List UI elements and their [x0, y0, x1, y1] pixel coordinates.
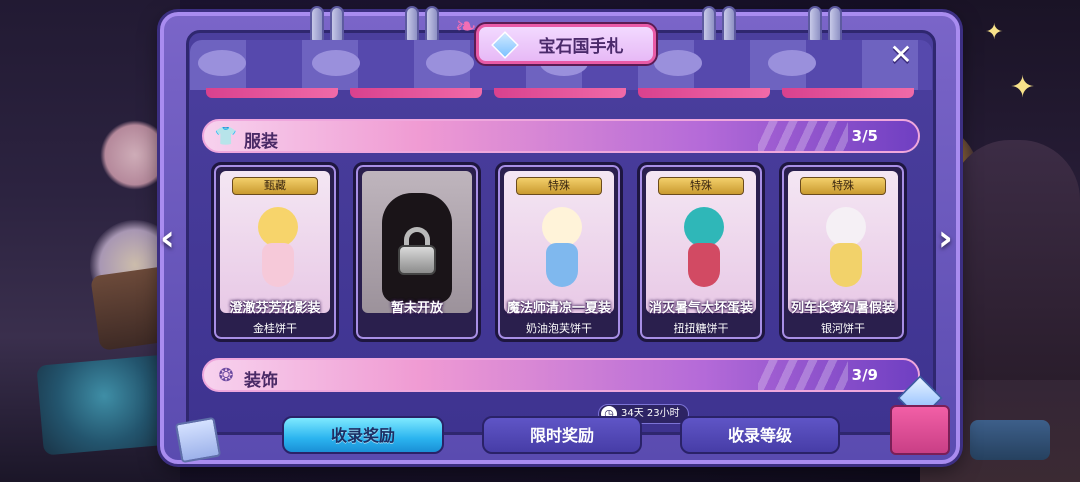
chevron-right-icon[interactable]: › [938, 218, 953, 259]
background-dome [950, 140, 1080, 380]
card-title: 暂未开放 [390, 301, 443, 316]
wave-decoration [768, 50, 816, 76]
shelf-edge [206, 88, 338, 98]
wave-decoration [198, 50, 246, 76]
title-banner: 宝石国手札 [476, 24, 656, 64]
card-subtitle: 银河饼干 [821, 322, 865, 335]
shelf-edge [782, 88, 914, 98]
card-title: 列车长梦幻暑假装 [790, 301, 895, 316]
card-subtitle: 奶油泡芙饼干 [526, 322, 592, 335]
wave-decoration [426, 50, 474, 76]
shelf-edge [638, 88, 770, 98]
character-illustration [818, 207, 874, 297]
stripe-decoration [758, 360, 848, 390]
decoration-icon: ❂ [218, 365, 234, 386]
crystal-box-icon [890, 405, 950, 455]
star-icon: ✦ [1010, 70, 1036, 105]
card-title: 消灭暑气大坏蛋装 [648, 301, 753, 316]
character-illustration [534, 207, 590, 297]
wave-decoration [312, 50, 360, 76]
star-icon: ✦ [985, 20, 1004, 45]
card-subtitle: 扭扭糖饼干 [673, 322, 729, 335]
outfit-card[interactable]: 特殊 消灭暑气大坏蛋装 扭扭糖饼干 [637, 162, 765, 342]
card-tag: 特殊 [516, 177, 602, 195]
page-title: 宝石国手札 [538, 36, 624, 57]
gift-box-icon [174, 416, 222, 464]
section-label: 服装 [244, 132, 278, 152]
chevron-left-icon[interactable]: ‹ [160, 218, 175, 259]
wave-decoration [654, 50, 702, 76]
shelf-edge [350, 88, 482, 98]
close-icon[interactable]: ✕ [884, 38, 918, 72]
background-table [970, 420, 1050, 460]
card-title: 魔法师清凉一夏装 [506, 301, 611, 316]
character-illustration [250, 207, 306, 297]
card-tag: 特殊 [800, 177, 886, 195]
collection-level-button[interactable]: 收录等级 [680, 416, 840, 454]
outfit-card-locked[interactable]: 暂未开放 [353, 162, 481, 342]
section-header-outfits: 👕 服装 3/5 [202, 119, 920, 153]
collection-reward-button[interactable]: 收录奖励 [282, 416, 444, 454]
card-title: 澄澈芬芳花影装 [229, 301, 321, 316]
lock-icon [398, 245, 436, 275]
outfit-card[interactable]: 特殊 魔法师清凉一夏装 奶油泡芙饼干 [495, 162, 623, 342]
background-magic-circle [36, 354, 174, 456]
shirt-icon: 👕 [214, 126, 238, 147]
outfit-card[interactable]: 甄藏 澄澈芬芳花影装 金桂饼干 [211, 162, 339, 342]
stripe-decoration [758, 121, 848, 151]
section-label: 装饰 [244, 371, 278, 391]
card-tag: 甄藏 [232, 177, 318, 195]
section-count: 3/5 [851, 127, 878, 145]
card-artwork [362, 171, 472, 313]
shelf-edge [494, 88, 626, 98]
section-header-decorations: ❂ 装饰 3/9 [202, 358, 920, 392]
outfit-card[interactable]: 特殊 列车长梦幻暑假装 银河饼干 [779, 162, 907, 342]
gem-icon [491, 31, 519, 59]
limited-reward-button[interactable]: 限时奖励 [482, 416, 642, 454]
section-count: 3/9 [851, 366, 878, 384]
character-illustration [676, 207, 732, 297]
card-subtitle: 金桂饼干 [253, 322, 297, 335]
card-tag: 特殊 [658, 177, 744, 195]
